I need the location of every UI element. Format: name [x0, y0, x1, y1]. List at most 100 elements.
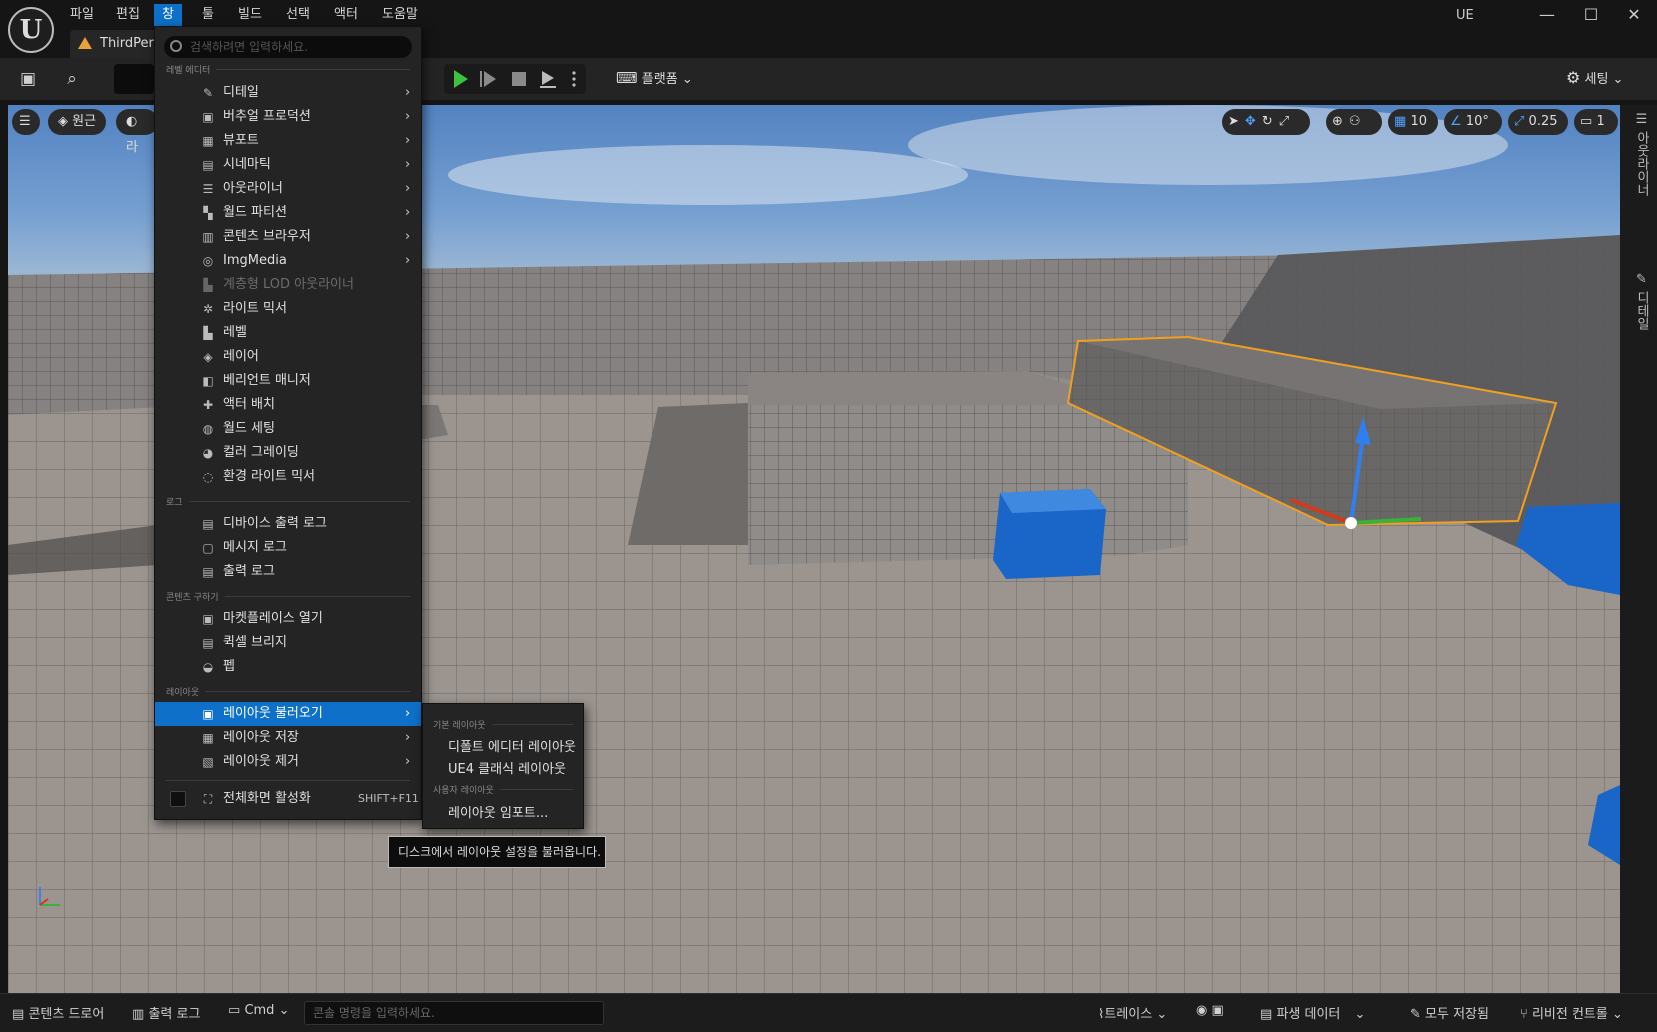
output-log-button[interactable]: ▥ 출력 로그	[132, 1003, 200, 1022]
scale-icon[interactable]: ⤢	[1279, 114, 1295, 129]
menu-item-env-light-mixer[interactable]: ◌ 환경 라이트 믹서	[155, 465, 421, 489]
record-icon[interactable]: ◉	[1196, 1003, 1207, 1018]
console-input[interactable]: 콘솔 명령을 입력하세요.	[304, 1001, 604, 1025]
output-log-label: 출력 로그	[148, 1007, 201, 1022]
play-icon	[454, 70, 468, 88]
menu-item-imgmedia[interactable]: ◎ ImgMedia ›	[155, 249, 421, 273]
database-icon: ▤	[1260, 1007, 1273, 1022]
close-button[interactable]: ✕	[1617, 2, 1651, 28]
menu-item-outliner[interactable]: ☰ 아웃라이너 ›	[155, 177, 421, 201]
menu-edit[interactable]: 편집	[108, 4, 148, 26]
screenshot-icon[interactable]: ▣	[1211, 1003, 1223, 1018]
menu-item-hlod-outliner: ▙ 계층형 LOD 아웃라이너	[155, 273, 421, 297]
angle-icon: ∠	[1450, 114, 1462, 129]
minimize-button[interactable]: —	[1530, 2, 1564, 28]
content-drawer-label: 콘텐츠 드로어	[28, 1007, 105, 1022]
content-drawer-button[interactable]: ▤ 콘텐츠 드로어	[12, 1003, 104, 1022]
save-layout-icon: ▦	[202, 731, 214, 745]
menu-item-remove-layout[interactable]: ▧ 레이아웃 제거 ›	[155, 750, 421, 774]
menu-item-levels[interactable]: ▙ 레벨	[155, 321, 421, 345]
perspective-button[interactable]: ◈ 원근	[48, 109, 107, 135]
marketplace-icon: ▣	[202, 612, 214, 626]
chevron-right-icon: ›	[405, 730, 411, 745]
view-mode-button[interactable]: ◐ 라	[116, 109, 158, 155]
menu-item-load-layout[interactable]: ▣ 레이아웃 불러오기 ›	[155, 702, 421, 726]
details-tab[interactable]: ✎ 디테일	[1625, 272, 1651, 330]
levels-icon: ▙	[203, 326, 213, 340]
menu-divider	[166, 780, 410, 781]
trace-button[interactable]: ⌇트레이스 ⌄	[1098, 1003, 1167, 1022]
menu-item-light-mixer[interactable]: ✲ 라이트 믹서	[155, 297, 421, 321]
unreal-logo-icon[interactable]: U	[8, 7, 54, 53]
stop-icon	[512, 72, 526, 86]
maximize-button[interactable]: ☐	[1574, 2, 1608, 28]
menu-item-cinematics[interactable]: ▤ 시네마틱 ›	[155, 153, 421, 177]
gear-icon: ⚙	[1566, 68, 1581, 87]
platforms-button[interactable]: ⌨ 플랫폼 ⌄	[616, 68, 693, 90]
grid-snap-button[interactable]: ▦ 10	[1388, 109, 1438, 135]
save-icon[interactable]: ▣	[16, 68, 40, 90]
camera-speed-button[interactable]: ▭ 1	[1574, 109, 1618, 135]
rotate-icon[interactable]: ↻	[1262, 114, 1279, 129]
globe-icon[interactable]: ⊕	[1332, 114, 1349, 129]
settings-button[interactable]: ⚙ 세팅 ⌄	[1566, 68, 1623, 90]
menu-item-marketplace[interactable]: ▣ 마켓플레이스 열기	[155, 607, 421, 631]
menu-item-details[interactable]: ✎ 디테일 ›	[155, 81, 421, 105]
trace-record-icons[interactable]: ◉ ▣	[1196, 1003, 1224, 1018]
world-partition-icon: ▚	[203, 206, 213, 220]
menu-item-device-output-log[interactable]: ▤ 디바이스 출력 로그	[155, 512, 421, 536]
save-all-button[interactable]: ✎ 모두 저장됨	[1410, 1003, 1489, 1022]
menu-item-viewports[interactable]: ▦ 뷰포트 ›	[155, 129, 421, 153]
menu-item-world-partition[interactable]: ▚ 월드 파티션 ›	[155, 201, 421, 225]
menu-item-place-actors[interactable]: ✚ 액터 배치	[155, 393, 421, 417]
rotation-snap-button[interactable]: ∠ 10°	[1444, 109, 1502, 135]
viewport-options-button[interactable]: ☰	[12, 109, 40, 135]
chevron-right-icon: ›	[405, 205, 411, 220]
cmd-dropdown[interactable]: ▭ Cmd ⌄	[228, 1003, 289, 1018]
revision-control-button[interactable]: ⑂ 리비전 컨트롤 ⌄	[1520, 1003, 1623, 1022]
media-icon: ◎	[202, 254, 214, 268]
menu-item-world-settings[interactable]: ◍ 월드 세팅	[155, 417, 421, 441]
move-icon[interactable]: ✥	[1245, 114, 1262, 129]
rotation-snap-value: 10°	[1465, 114, 1489, 129]
surface-snap-icon[interactable]: ⚇	[1349, 114, 1367, 129]
menu-window[interactable]: 창	[154, 4, 182, 26]
menu-item-message-log[interactable]: ▢ 메시지 로그	[155, 536, 421, 560]
menu-select[interactable]: 선택	[278, 4, 318, 26]
transform-tools[interactable]: ➤✥↻⤢	[1222, 109, 1310, 135]
outliner-tab[interactable]: ☰ 아웃라이너	[1625, 112, 1651, 196]
menu-item-save-layout[interactable]: ▦ 레이아웃 저장 ›	[155, 726, 421, 750]
coordinate-tools[interactable]: ⊕⚇	[1326, 109, 1382, 135]
source-control-icon[interactable]: ⌕	[60, 68, 84, 90]
select-arrow-icon[interactable]: ➤	[1228, 114, 1245, 129]
cmd-label: Cmd	[244, 1003, 275, 1018]
menu-file[interactable]: 파일	[62, 4, 102, 26]
menu-item-layers[interactable]: ◈ 레이어	[155, 345, 421, 369]
menu-actor[interactable]: 액터	[326, 4, 366, 26]
place-actor-icon: ✚	[202, 398, 214, 412]
output-log-icon: ▤	[202, 565, 214, 579]
menu-search-input[interactable]: 검색하려면 입력하세요.	[164, 36, 412, 58]
import-layout-item[interactable]: 레이아웃 임포트...	[448, 802, 548, 821]
menu-item-content-browser[interactable]: ▥ 콘텐츠 브라우저 ›	[155, 225, 421, 249]
chevron-right-icon: ›	[405, 133, 411, 148]
menu-item-quixel-bridge[interactable]: ▤ 퀵셀 브리지	[155, 631, 421, 655]
menu-item-virtual-production[interactable]: ▣ 버추얼 프로덕션 ›	[155, 105, 421, 129]
menu-build[interactable]: 빌드	[230, 4, 270, 26]
default-editor-layout-item[interactable]: 디폴트 에디터 레이아웃	[448, 736, 576, 755]
menu-tools[interactable]: 툴	[194, 4, 222, 26]
menu-item-color-grading[interactable]: ◕ 컬러 그레이딩	[155, 441, 421, 465]
scale-snap-button[interactable]: ⤢ 0.25	[1508, 109, 1568, 135]
mode-selector-button[interactable]	[114, 64, 154, 94]
lit-sphere-icon: ◐	[126, 114, 138, 129]
menu-help[interactable]: 도움말	[374, 4, 426, 26]
menu-item-fab[interactable]: ◒ 펩	[155, 655, 421, 679]
ue4-classic-layout-item[interactable]: UE4 클래식 레이아웃	[448, 758, 566, 777]
menu-item-variant-manager[interactable]: ◧ 베리언트 매니저	[155, 369, 421, 393]
outliner-icon: ☰	[1634, 112, 1649, 127]
derived-data-button[interactable]: ▤ 파생 데이터 ⌄	[1260, 1003, 1365, 1022]
terminal-icon: ▭	[228, 1003, 241, 1018]
hamburger-icon: ☰	[19, 114, 31, 129]
revision-control-label: 리비전 컨트롤	[1531, 1007, 1608, 1022]
menu-item-output-log[interactable]: ▤ 출력 로그	[155, 560, 421, 584]
